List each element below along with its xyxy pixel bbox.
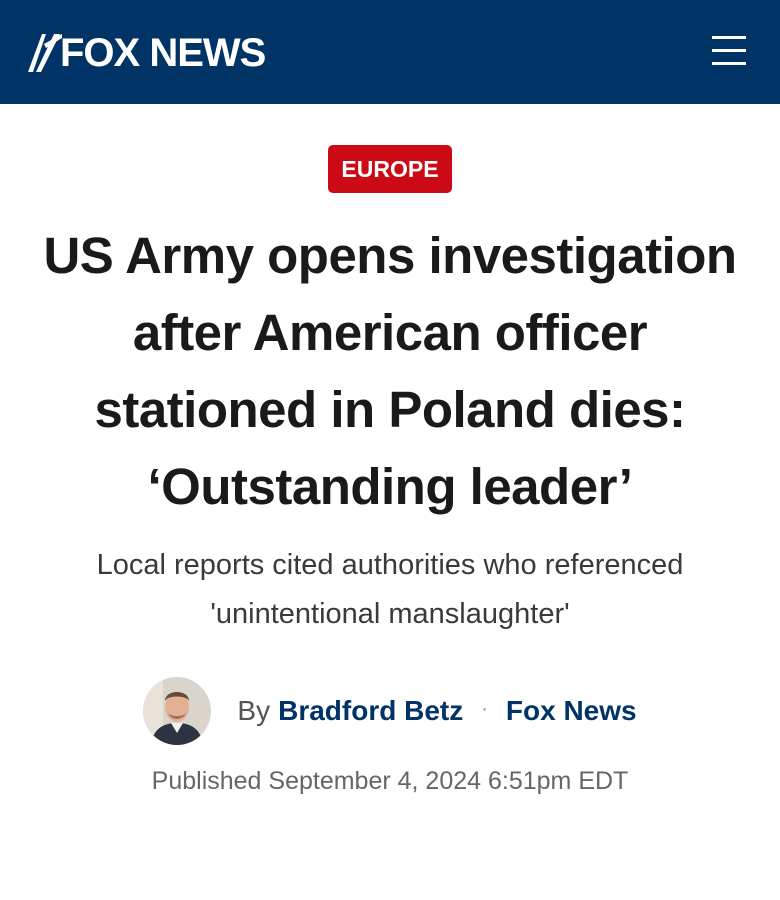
searchlight-icon [28,34,62,72]
author-link[interactable]: Bradford Betz [278,695,463,727]
byline-separator: · [481,697,488,720]
author-avatar[interactable] [143,677,212,745]
article-headline: US Army opens investigation after Americ… [43,227,737,515]
fox-news-logo[interactable]: FOX NEWS [24,28,266,78]
category-tag[interactable]: EUROPE [328,145,452,193]
published-timestamp: Published September 4, 2024 6:51pm EDT [151,767,629,795]
byline: By Bradford Betz · Fox News [0,677,780,745]
article-header: EUROPE US Army opens investigation after… [0,104,780,796]
top-navigation-bar: FOX NEWS [0,0,780,104]
hamburger-menu-icon[interactable] [712,32,746,68]
byline-prefix: By [237,695,271,726]
source-link[interactable]: Fox News [506,695,637,727]
article-subheadline: Local reports cited authorities who refe… [96,549,684,630]
logo-text: FOX NEWS [60,31,266,75]
